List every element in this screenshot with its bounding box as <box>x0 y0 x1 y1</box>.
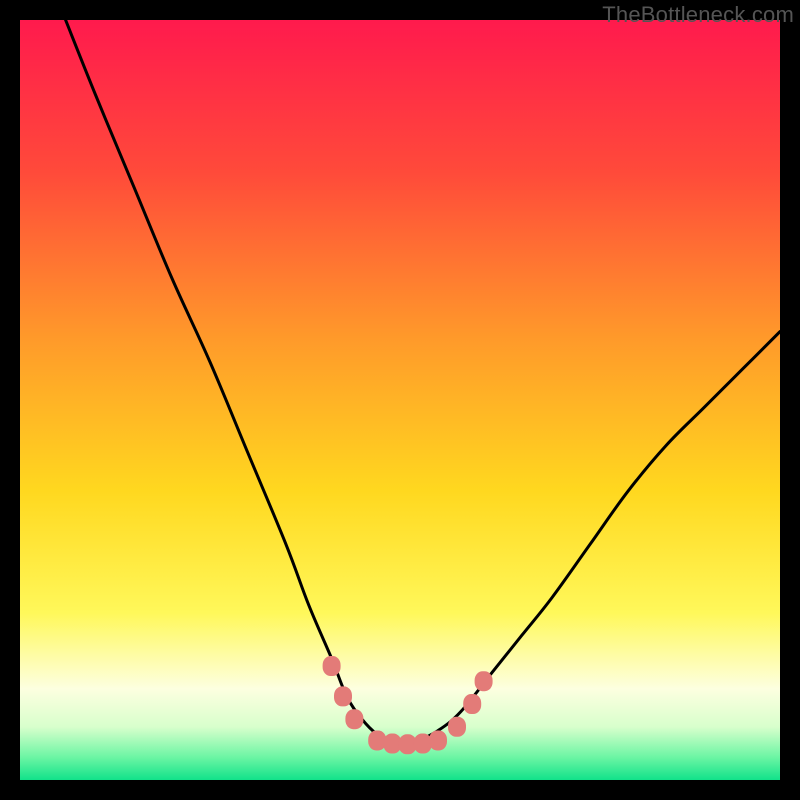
chart-background <box>20 20 780 780</box>
trough-marker <box>345 709 363 729</box>
trough-marker <box>429 730 447 750</box>
trough-marker <box>448 717 466 737</box>
trough-marker <box>414 734 432 754</box>
watermark-text: TheBottleneck.com <box>602 2 794 28</box>
trough-marker <box>475 671 493 691</box>
trough-marker <box>323 656 341 676</box>
trough-marker <box>368 730 386 750</box>
bottleneck-chart <box>20 20 780 780</box>
trough-marker <box>334 686 352 706</box>
trough-marker <box>463 694 481 714</box>
chart-frame <box>20 20 780 780</box>
